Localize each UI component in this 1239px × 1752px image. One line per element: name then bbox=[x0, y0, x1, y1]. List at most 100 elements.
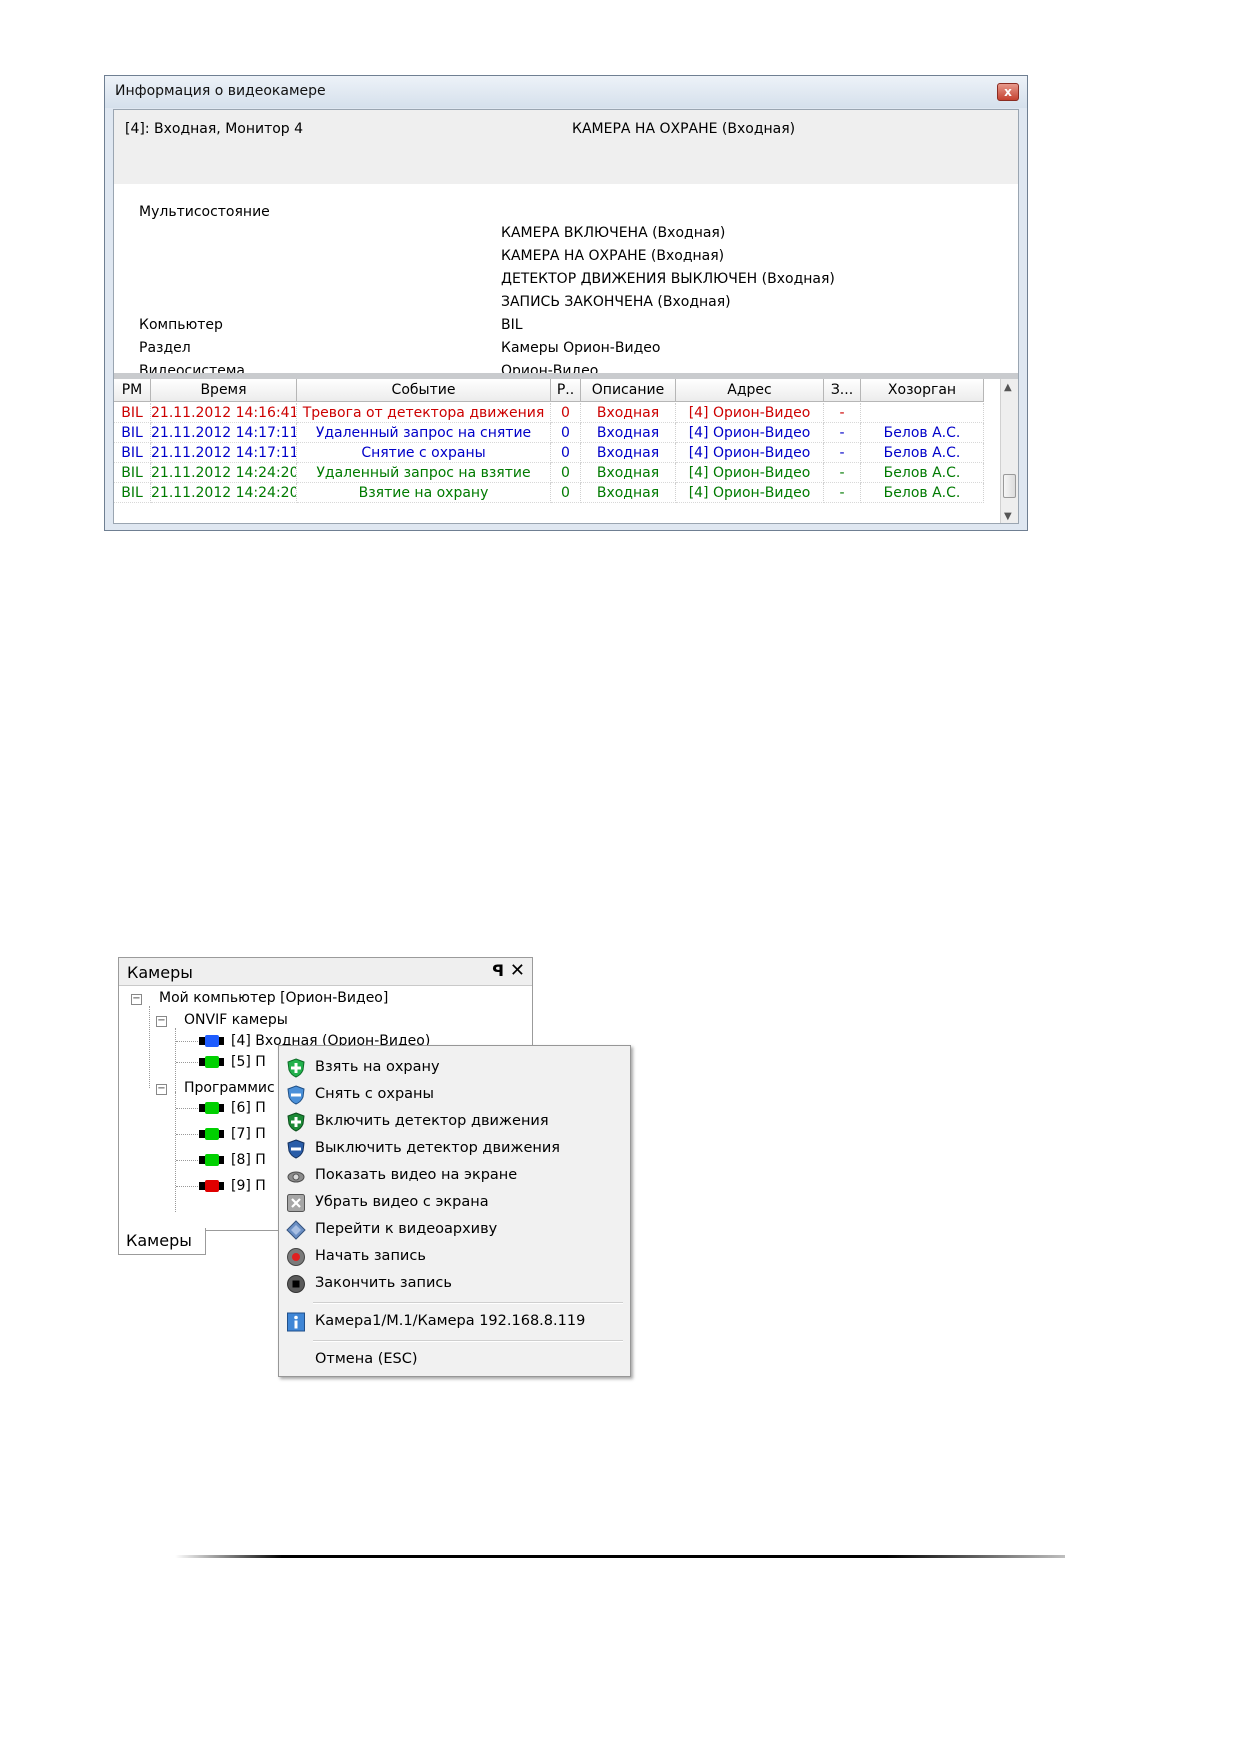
table-cell: BIL bbox=[114, 483, 151, 503]
table-cell: 21.11.2012 14:24:20 bbox=[151, 483, 297, 503]
info-body: [4]: Входная, Монитор 4 КАМЕРА НА ОХРАНЕ… bbox=[113, 109, 1019, 524]
column-header[interactable]: Хозорган bbox=[861, 379, 984, 402]
tree-line bbox=[175, 1092, 176, 1212]
table-cell: [4] Орион-Видео bbox=[676, 443, 824, 463]
table-cell: Входная bbox=[581, 403, 676, 423]
tree-item-camera[interactable]: [8] П bbox=[231, 1152, 266, 1168]
panel-tab[interactable]: Камеры bbox=[118, 1228, 206, 1255]
table-cell: 21.11.2012 14:17:11 bbox=[151, 443, 297, 463]
menu-item-enable-detector[interactable]: Включить детектор движения bbox=[279, 1109, 630, 1135]
table-cell: [4] Орион-Видео bbox=[676, 403, 824, 423]
table-cell: BIL bbox=[114, 423, 151, 443]
panel-tab-label: Камеры bbox=[126, 1231, 192, 1250]
table-row[interactable]: BIL 21.11.2012 14:24:20 Взятие на охрану 0 В… bbox=[114, 483, 1002, 503]
camera-name: [4]: Входная, Монитор 4 bbox=[125, 121, 304, 137]
table-row[interactable]: BIL 21.11.2012 14:17:11 Снятие с охраны 0 Вх… bbox=[114, 443, 1002, 463]
window-title: Информация о видеокамере bbox=[115, 83, 326, 99]
shield-minus-blue-icon bbox=[287, 1085, 305, 1105]
table-cell: [4] Орион-Видео bbox=[676, 483, 824, 503]
menu-item-disarm[interactable]: Снять с охраны bbox=[279, 1082, 630, 1108]
record-start-icon bbox=[287, 1248, 305, 1266]
table-cell: [4] Орион-Видео bbox=[676, 423, 824, 443]
table-cell: Входная bbox=[581, 443, 676, 463]
table-cell: Входная bbox=[581, 483, 676, 503]
show-video-icon bbox=[287, 1171, 305, 1183]
remove-video-icon bbox=[287, 1194, 305, 1212]
table-cell: [4] Орион-Видео bbox=[676, 463, 824, 483]
close-icon[interactable]: x bbox=[997, 83, 1019, 101]
menu-separator bbox=[313, 1302, 623, 1304]
menu-item-archive[interactable]: Перейти к видеоархиву bbox=[279, 1217, 630, 1243]
column-header[interactable]: РМ bbox=[114, 379, 151, 402]
collapse-icon[interactable]: − bbox=[131, 994, 142, 1005]
table-cell: - bbox=[824, 463, 861, 483]
page-divider bbox=[175, 1555, 1065, 1558]
tree-line bbox=[176, 1160, 198, 1161]
scroll-down-icon[interactable]: ▼ bbox=[1004, 511, 1012, 522]
column-header[interactable]: Адрес bbox=[676, 379, 824, 402]
camera-icon bbox=[199, 1154, 225, 1166]
table-cell: Взятие на охрану bbox=[297, 483, 551, 503]
tree-group-software[interactable]: Программис bbox=[184, 1080, 275, 1096]
tree-root[interactable]: Мой компьютер [Орион-Видео] bbox=[159, 990, 388, 1006]
menu-item-stop-record[interactable]: Закончить запись bbox=[279, 1271, 630, 1297]
computer-label: Компьютер bbox=[139, 317, 223, 333]
camera-icon bbox=[199, 1102, 225, 1114]
camera-icon bbox=[199, 1056, 225, 1068]
panel-title: Камеры bbox=[127, 963, 193, 982]
table-row[interactable]: BIL 21.11.2012 14:16:41 Тревога от детекто… bbox=[114, 403, 1002, 423]
tree-group-onvif[interactable]: ONVIF камеры bbox=[184, 1012, 288, 1028]
menu-item-start-record[interactable]: Начать запись bbox=[279, 1244, 630, 1270]
table-cell: Входная bbox=[581, 423, 676, 443]
table-cell: BIL bbox=[114, 443, 151, 463]
collapse-icon[interactable]: − bbox=[156, 1084, 167, 1095]
info-icon bbox=[287, 1312, 305, 1332]
tree-item-camera[interactable]: [7] П bbox=[231, 1126, 266, 1142]
table-cell: BIL bbox=[114, 403, 151, 423]
menu-item-camera-info[interactable]: Камера1/М.1/Камера 192.168.8.119 bbox=[279, 1309, 630, 1335]
tree-item-camera[interactable]: [6] П bbox=[231, 1100, 266, 1116]
camera-icon bbox=[199, 1035, 225, 1047]
scroll-up-icon[interactable]: ▲ bbox=[1004, 382, 1012, 393]
column-header[interactable]: Время bbox=[151, 379, 297, 402]
camera-header: [4]: Входная, Монитор 4 КАМЕРА НА ОХРАНЕ… bbox=[114, 110, 1018, 184]
tree-line bbox=[176, 1186, 198, 1187]
table-cell: Белов А.С. bbox=[861, 423, 984, 443]
multistate-value: ЗАПИСЬ ЗАКОНЧЕНА (Входная) bbox=[501, 294, 731, 310]
scrollbar[interactable]: ▲ ▼ bbox=[1000, 379, 1018, 523]
collapse-icon[interactable]: − bbox=[156, 1016, 167, 1027]
camera-icon bbox=[199, 1180, 225, 1192]
table-cell: Белов А.С. bbox=[861, 443, 984, 463]
column-header[interactable]: З... bbox=[824, 379, 861, 402]
tree-line bbox=[176, 1041, 198, 1042]
tree-line bbox=[176, 1108, 198, 1109]
tree-item-camera[interactable]: [9] П bbox=[231, 1178, 266, 1194]
events-table: РМ Время Событие Р.. Описание Адрес З... Хозорг… bbox=[114, 379, 1002, 523]
column-header[interactable]: Описание bbox=[581, 379, 676, 402]
tree-line bbox=[176, 1062, 198, 1063]
table-row[interactable]: BIL 21.11.2012 14:17:11 Удаленный запрос н… bbox=[114, 423, 1002, 443]
window-titlebar[interactable]: Информация о видеокамере x bbox=[105, 76, 1027, 108]
menu-item-remove-video[interactable]: Убрать видео с экрана bbox=[279, 1190, 630, 1216]
scroll-thumb[interactable] bbox=[1003, 474, 1016, 498]
tree-item-camera[interactable]: [5] П bbox=[231, 1054, 266, 1070]
multistate-value: ДЕТЕКТОР ДВИЖЕНИЯ ВЫКЛЮЧЕН (Входная) bbox=[501, 271, 835, 287]
table-cell: Белов А.С. bbox=[861, 463, 984, 483]
table-cell: 0 bbox=[551, 463, 581, 483]
column-header[interactable]: Событие bbox=[297, 379, 551, 402]
close-icon[interactable]: ✕ bbox=[510, 960, 525, 981]
section-label: Раздел bbox=[139, 340, 191, 356]
pin-icon[interactable]: ꟼ bbox=[492, 961, 504, 980]
menu-item-disable-detector[interactable]: Выключить детектор движения bbox=[279, 1136, 630, 1162]
table-cell: 21.11.2012 14:16:41 bbox=[151, 403, 297, 423]
computer-value: BIL bbox=[501, 317, 523, 333]
table-row[interactable]: BIL 21.11.2012 14:24:20 Удаленный запрос н… bbox=[114, 463, 1002, 483]
table-cell: - bbox=[824, 403, 861, 423]
menu-item-arm[interactable]: Взять на охрану bbox=[279, 1055, 630, 1081]
table-cell: 21.11.2012 14:24:20 bbox=[151, 463, 297, 483]
table-cell: - bbox=[824, 443, 861, 463]
table-cell: 0 bbox=[551, 483, 581, 503]
menu-item-show-video[interactable]: Показать видео на экране bbox=[279, 1163, 630, 1189]
menu-item-cancel[interactable]: Отмена (ESC) bbox=[279, 1347, 630, 1373]
column-header[interactable]: Р.. bbox=[551, 379, 581, 402]
